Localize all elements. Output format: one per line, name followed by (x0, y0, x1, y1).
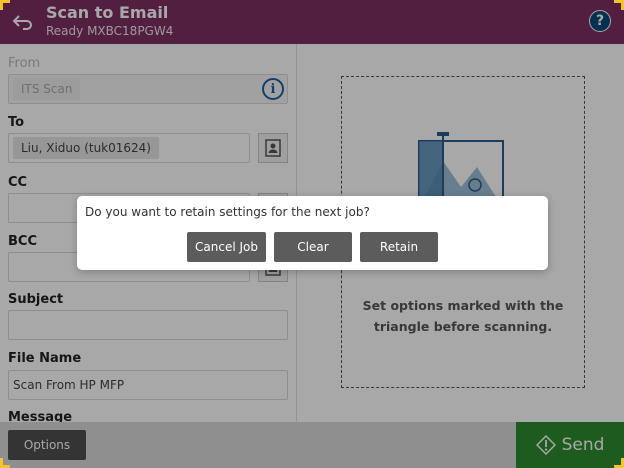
retain-button[interactable]: Retain (360, 232, 438, 262)
dialog-question: Do you want to retain settings for the n… (85, 205, 370, 219)
corner-marker (0, 0, 10, 10)
corner-marker (0, 458, 10, 468)
corner-marker (614, 458, 624, 468)
retain-settings-dialog: Do you want to retain settings for the n… (77, 196, 548, 270)
cancel-job-button[interactable]: Cancel Job (187, 232, 266, 262)
corner-marker (614, 0, 624, 10)
clear-button[interactable]: Clear (274, 232, 352, 262)
